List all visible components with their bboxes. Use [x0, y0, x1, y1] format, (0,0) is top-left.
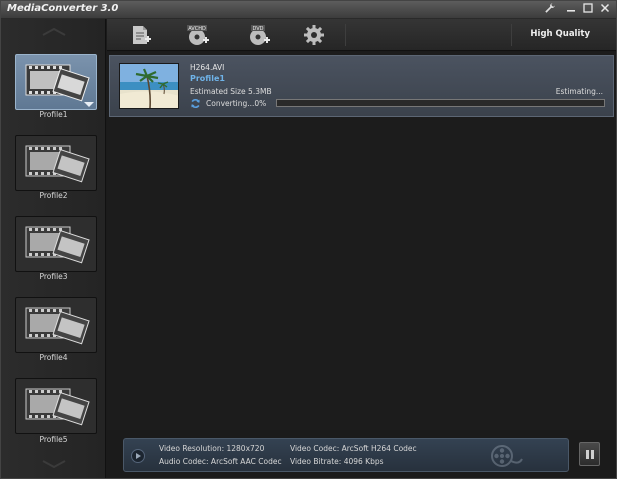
play-button[interactable]: [131, 449, 145, 463]
gear-icon: [304, 25, 324, 45]
maximize-icon[interactable]: [581, 2, 595, 16]
film-clip-icon: [25, 226, 90, 264]
close-icon[interactable]: [598, 2, 612, 16]
profile-label-3: Profile3: [39, 272, 68, 281]
profile-sidebar: Profile1 Profile2 Profile3 Profile4 Prof…: [1, 19, 106, 478]
wrench-icon[interactable]: [543, 2, 557, 16]
task-status: Converting...0%: [206, 99, 267, 108]
scroll-up-icon[interactable]: [39, 27, 69, 37]
chevron-down-icon[interactable]: [84, 102, 94, 107]
video-thumbnail: [119, 63, 179, 109]
task-file-name: H264.AVI: [190, 63, 225, 72]
media-info-panel: Video Resolution: 1280x720 Audio Codec: …: [123, 438, 569, 472]
toolbar-divider: [345, 24, 346, 46]
toolbar-divider: [511, 24, 512, 46]
add-avchd-button[interactable]: AVCHD: [185, 24, 209, 46]
video-codec: Video Codec: ArcSoft H264 Codec: [290, 444, 417, 453]
settings-button[interactable]: [303, 24, 327, 46]
film-clip-icon: [25, 388, 90, 426]
video-resolution: Video Resolution: 1280x720: [159, 444, 265, 453]
task-estimated-size: Estimated Size 5.3MB: [190, 87, 272, 96]
add-files-button[interactable]: [129, 24, 153, 46]
profile-item-4[interactable]: [15, 297, 97, 353]
play-icon: [136, 453, 141, 459]
profile-item-3[interactable]: [15, 216, 97, 272]
svg-text:DVD: DVD: [252, 26, 263, 32]
add-file-icon: [133, 26, 151, 44]
add-dvd-button[interactable]: DVD: [246, 24, 270, 46]
profile-item-1[interactable]: [15, 54, 97, 110]
profile-label-2: Profile2: [39, 191, 68, 200]
pause-icon: [586, 450, 589, 459]
profile-label-5: Profile5: [39, 435, 68, 444]
audio-codec: Audio Codec: ArcSoft AAC Codec: [159, 457, 282, 466]
profile-item-5[interactable]: [15, 378, 97, 434]
pause-button[interactable]: [579, 442, 600, 466]
app-window: MediaConverter 3.0 Profile1 Profile2 Pro…: [0, 0, 617, 479]
pause-icon-bar: [591, 450, 594, 459]
refresh-icon: [191, 98, 200, 109]
film-reel-icon: [491, 445, 523, 467]
add-avchd-icon: AVCHD: [187, 25, 209, 45]
conversion-task-row[interactable]: H264.AVI Profile1 Estimated Size 5.3MB E…: [109, 55, 614, 117]
film-clip-icon: [25, 145, 90, 183]
task-profile-name: Profile1: [190, 74, 225, 83]
svg-text:AVCHD: AVCHD: [188, 26, 206, 32]
conversion-list: H264.AVI Profile1 Estimated Size 5.3MB E…: [107, 52, 616, 430]
task-time-estimate: Estimating...: [555, 87, 603, 96]
quality-selector[interactable]: High Quality: [530, 29, 590, 39]
app-title: MediaConverter 3.0: [7, 3, 119, 14]
title-bar[interactable]: MediaConverter 3.0: [1, 1, 616, 19]
profile-item-2[interactable]: [15, 135, 97, 191]
profile-label-4: Profile4: [39, 353, 68, 362]
film-clip-icon: [25, 64, 90, 102]
toolbar: AVCHD DVD High Quality: [107, 19, 616, 51]
profile-label-1: Profile1: [39, 110, 68, 119]
minimize-icon[interactable]: [564, 2, 578, 16]
video-bitrate: Video Bitrate: 4096 Kbps: [290, 457, 384, 466]
film-clip-icon: [25, 307, 90, 345]
conversion-progress-bar: [276, 99, 605, 107]
add-dvd-icon: DVD: [250, 25, 270, 45]
scroll-down-icon[interactable]: [39, 459, 69, 469]
